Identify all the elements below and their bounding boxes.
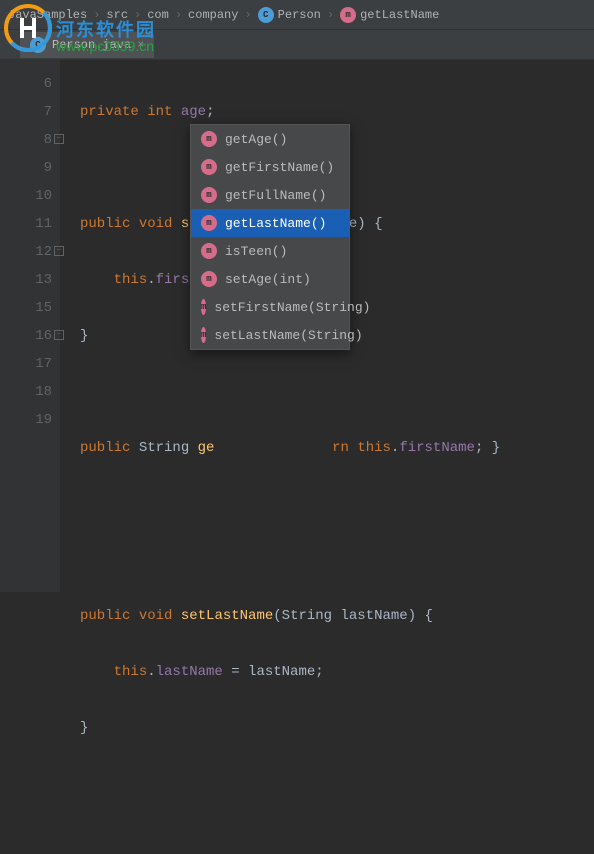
method-icon: m — [201, 243, 217, 259]
code-line: } — [80, 714, 594, 742]
autocomplete-item-getfullname[interactable]: m getFullName() — [191, 181, 349, 209]
line-number: 18 — [0, 378, 52, 406]
code-line: public void setLastName(String lastName)… — [80, 602, 594, 630]
method-icon: m — [201, 215, 217, 231]
watermark-url: www.pc0359.cn — [56, 38, 154, 54]
line-number: 15 — [0, 294, 52, 322]
line-number: 17 — [0, 350, 52, 378]
chevron-right-icon: › — [327, 8, 334, 22]
code-line: private int age; — [80, 98, 594, 126]
code-line — [80, 490, 594, 518]
autocomplete-item-isteen[interactable]: m isTeen() — [191, 237, 349, 265]
breadcrumb-item-company[interactable]: company — [188, 8, 238, 22]
chevron-right-icon: › — [244, 8, 251, 22]
autocomplete-item-setlastname[interactable]: m setLastName(String) — [191, 321, 349, 349]
editor: 6 7 8− 9 10 11 12− 13 15 16− 17 18 19 pr… — [0, 60, 594, 592]
code-line: this.lastName = lastName; — [80, 658, 594, 686]
autocomplete-item-setage[interactable]: m setAge(int) — [191, 265, 349, 293]
class-icon: C — [258, 7, 274, 23]
line-number: 12− — [0, 238, 52, 266]
method-icon: m — [201, 271, 217, 287]
autocomplete-item-getlastname[interactable]: m getLastName() — [191, 209, 349, 237]
line-number: 7 — [0, 98, 52, 126]
line-number: 16− — [0, 322, 52, 350]
line-number: 13 — [0, 266, 52, 294]
code-line — [80, 770, 594, 798]
method-icon: m — [201, 187, 217, 203]
autocomplete-popup: m getAge() m getFirstName() m getFullNam… — [190, 124, 350, 350]
method-icon: m — [340, 7, 356, 23]
breadcrumb-item-person[interactable]: C Person — [258, 7, 321, 23]
chevron-right-icon: › — [175, 8, 182, 22]
line-number: 19 — [0, 406, 52, 434]
line-number: 9 — [0, 154, 52, 182]
line-number: 10 — [0, 182, 52, 210]
method-icon: m — [201, 159, 217, 175]
method-icon: m — [201, 299, 206, 315]
code-line: public String ge rn this.firstName; } — [80, 434, 594, 462]
autocomplete-item-getage[interactable]: m getAge() — [191, 125, 349, 153]
watermark-logo — [4, 4, 52, 52]
method-icon: m — [201, 131, 217, 147]
gutter: 6 7 8− 9 10 11 12− 13 15 16− 17 18 19 — [0, 60, 60, 592]
line-number: 8− — [0, 126, 52, 154]
line-number: 6 — [0, 70, 52, 98]
autocomplete-item-setfirstname[interactable]: m setFirstName(String) — [191, 293, 349, 321]
breadcrumb-item-getlastname[interactable]: m getLastName — [340, 7, 439, 23]
autocomplete-item-getfirstname[interactable]: m getFirstName() — [191, 153, 349, 181]
code-line — [80, 546, 594, 574]
code-line — [80, 378, 594, 406]
line-number: 11 — [0, 210, 52, 238]
method-icon: m — [201, 327, 206, 343]
